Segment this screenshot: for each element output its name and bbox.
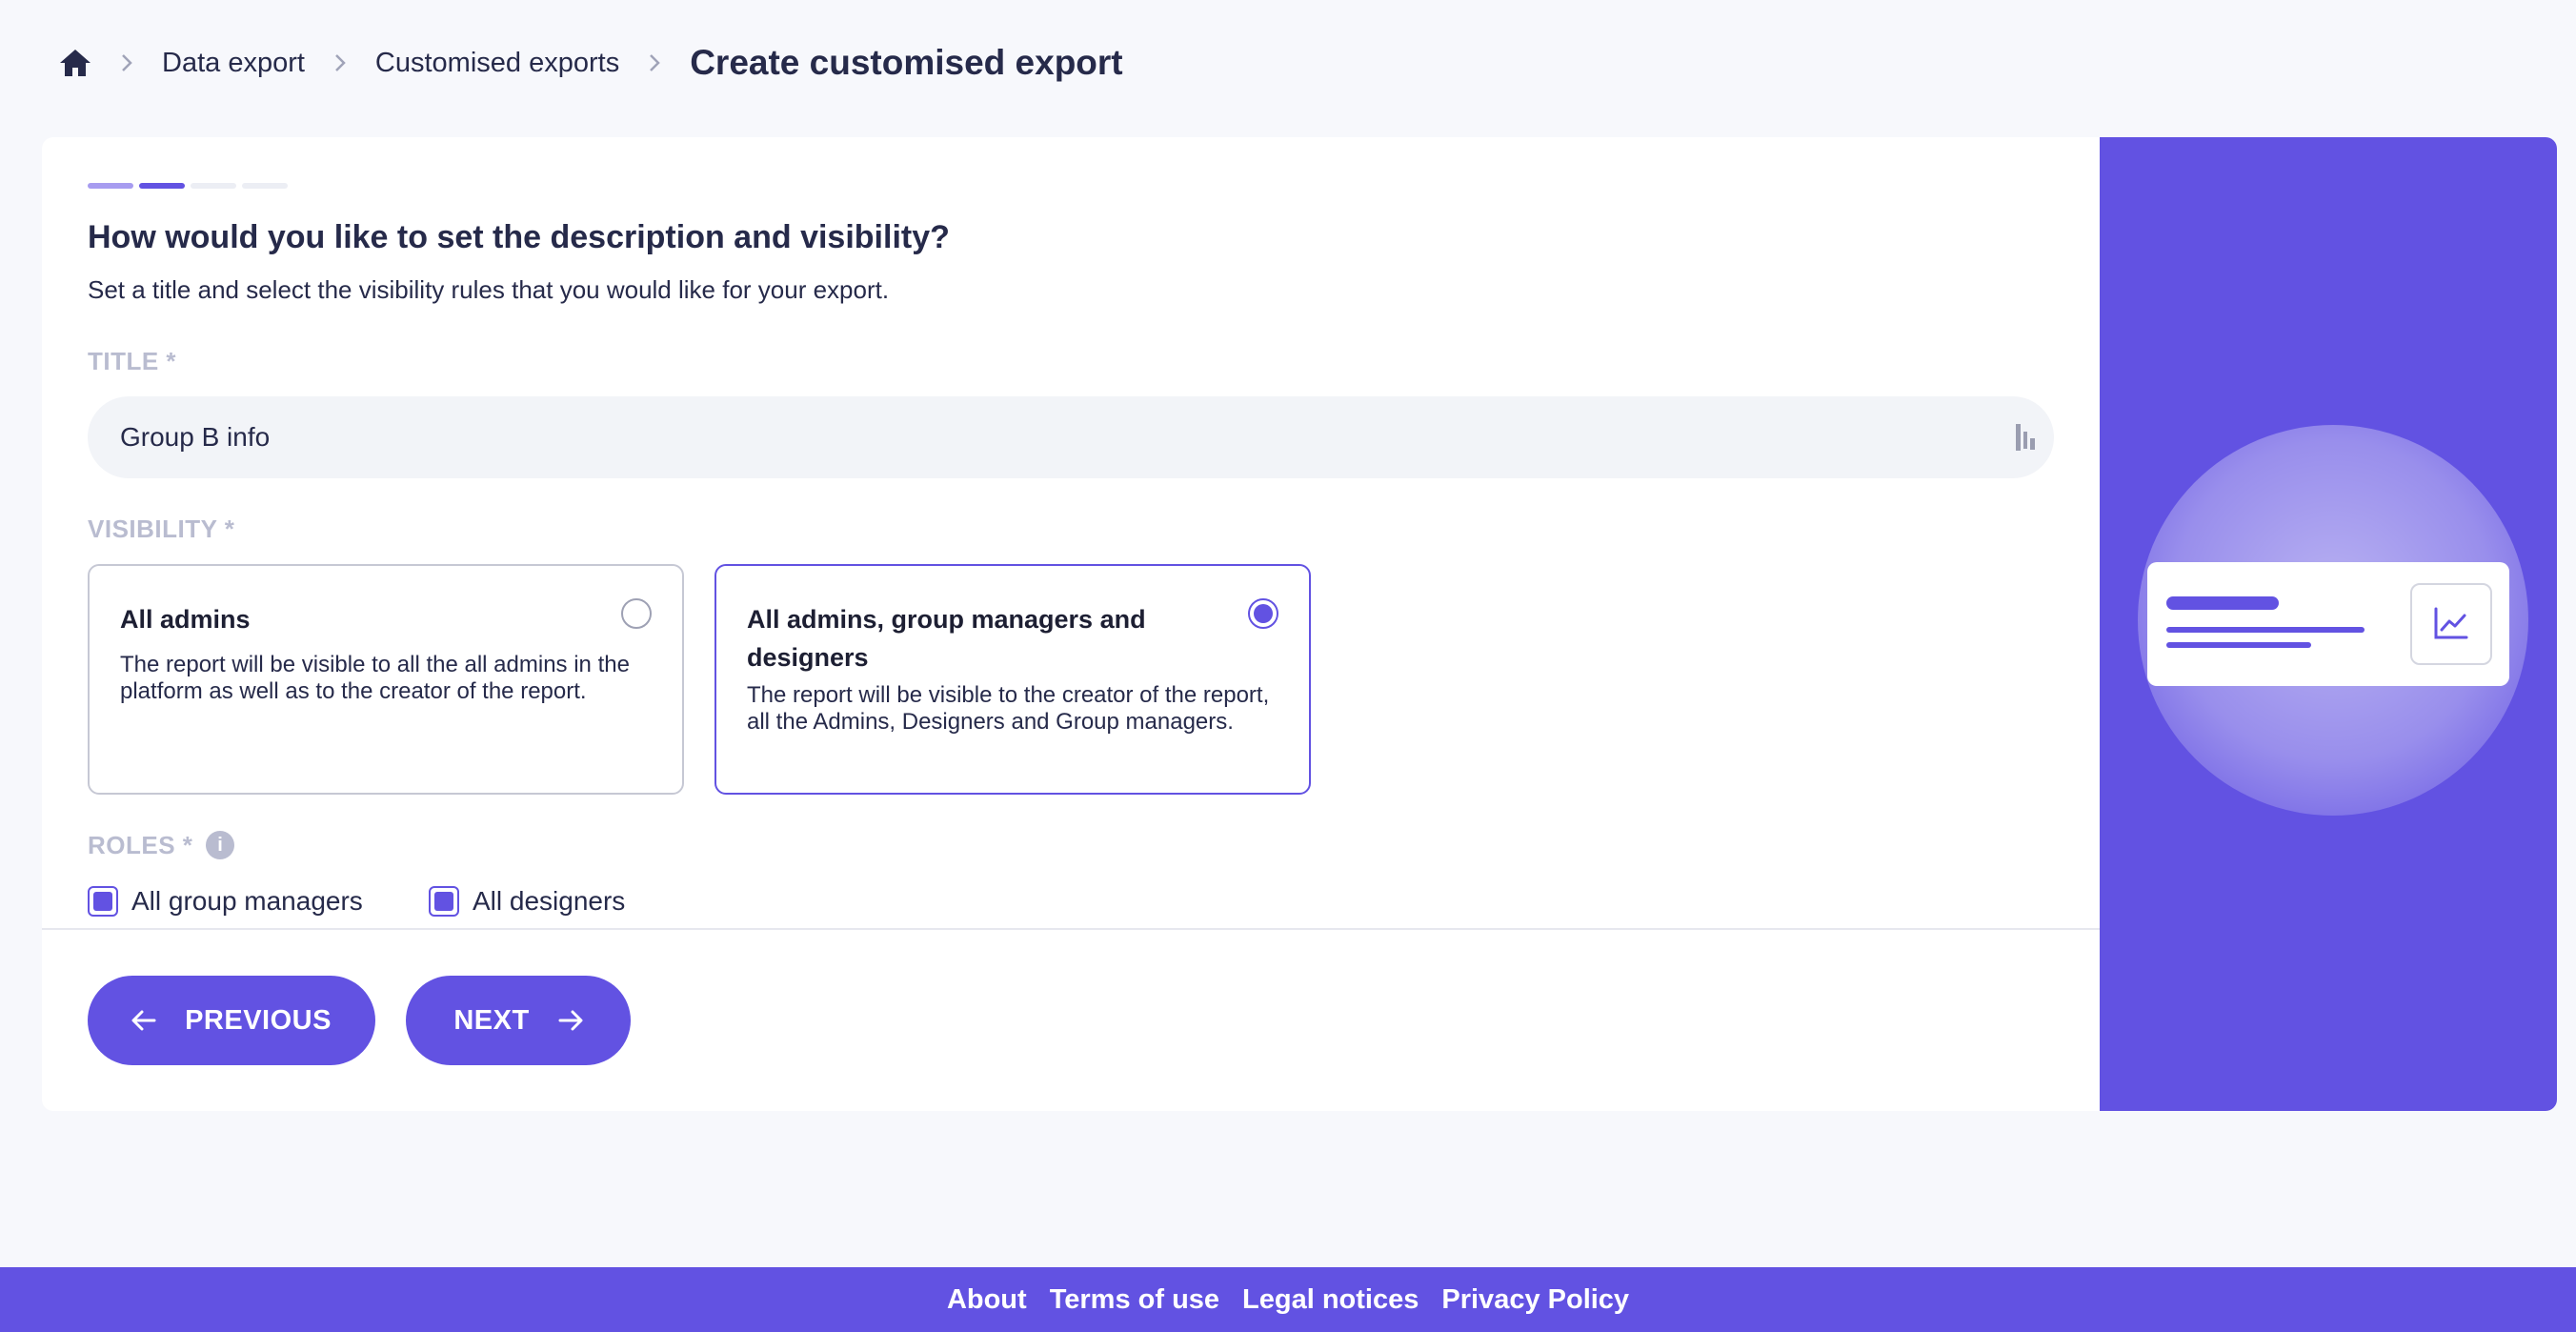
roles-label: ROLES * (88, 831, 193, 859)
visibility-option-description: The report will be visible to all the al… (120, 652, 630, 704)
step-indicator-2 (139, 183, 185, 189)
export-wizard-card: How would you like to set the descriptio… (42, 137, 2557, 1111)
title-input[interactable] (120, 422, 2016, 453)
previous-button[interactable]: PREVIOUS (88, 976, 375, 1065)
role-checkbox-designers[interactable]: All designers (429, 886, 625, 917)
arrow-right-icon (558, 1010, 583, 1031)
checkbox-label: All designers (473, 886, 626, 916)
step-indicator-4 (242, 183, 288, 189)
divider (42, 928, 2100, 930)
title-label: TITLE * (88, 347, 177, 375)
radio-button[interactable] (621, 598, 652, 629)
page-title: Create customised export (690, 43, 1123, 82)
illustration-line (2166, 642, 2311, 648)
breadcrumb-data-export[interactable]: Data export (162, 48, 305, 79)
radio-button-selected[interactable] (1248, 598, 1278, 629)
visibility-option-title: All admins, group managers and designers (747, 605, 1146, 672)
breadcrumb-customised-exports[interactable]: Customised exports (375, 48, 619, 79)
illustration-report-card (2147, 562, 2509, 686)
visibility-option-description: The report will be visible to the creato… (747, 682, 1270, 735)
footer: About Terms of use Legal notices Privacy… (0, 1267, 2576, 1332)
visibility-option-title: All admins (120, 605, 251, 634)
chevron-right-icon (619, 53, 690, 72)
next-button-label: NEXT (453, 1004, 530, 1036)
visibility-label: VISIBILITY * (88, 515, 235, 543)
role-checkbox-group-managers[interactable]: All group managers (88, 886, 363, 917)
breadcrumb: Data export Customised exports Create cu… (59, 36, 1123, 90)
grip-icon (2016, 424, 2036, 451)
step-indicator-3 (191, 183, 236, 189)
footer-link-terms-of-use[interactable]: Terms of use (1050, 1284, 1219, 1316)
footer-link-legal-notices[interactable]: Legal notices (1242, 1284, 1419, 1316)
footer-link-about[interactable]: About (947, 1284, 1027, 1316)
step-indicator-1 (88, 183, 133, 189)
previous-button-label: PREVIOUS (185, 1004, 332, 1036)
chevron-right-icon (305, 53, 375, 72)
title-field[interactable] (88, 396, 2054, 478)
checkbox[interactable] (88, 886, 118, 917)
visibility-option-admins-managers-designers[interactable]: All admins, group managers and designers… (714, 564, 1311, 795)
checkbox[interactable] (429, 886, 459, 917)
footer-link-privacy-policy[interactable]: Privacy Policy (1441, 1284, 1629, 1316)
chevron-right-icon (91, 53, 162, 72)
line-chart-icon (2410, 583, 2492, 665)
illustration-panel (2100, 137, 2557, 1111)
visibility-option-all-admins[interactable]: All admins The report will be visible to… (88, 564, 684, 795)
illustration-bar (2166, 596, 2279, 610)
home-icon[interactable] (59, 47, 91, 79)
next-button[interactable]: NEXT (406, 976, 631, 1065)
checkbox-label: All group managers (131, 886, 363, 916)
step-progress (88, 183, 288, 189)
wizard-form: How would you like to set the descriptio… (42, 137, 2100, 1111)
step-subtitle: Set a title and select the visibility ru… (88, 275, 890, 304)
info-icon[interactable]: i (206, 831, 234, 859)
illustration-line (2166, 627, 2365, 633)
step-question: How would you like to set the descriptio… (88, 219, 950, 255)
arrow-left-icon (131, 1010, 156, 1031)
